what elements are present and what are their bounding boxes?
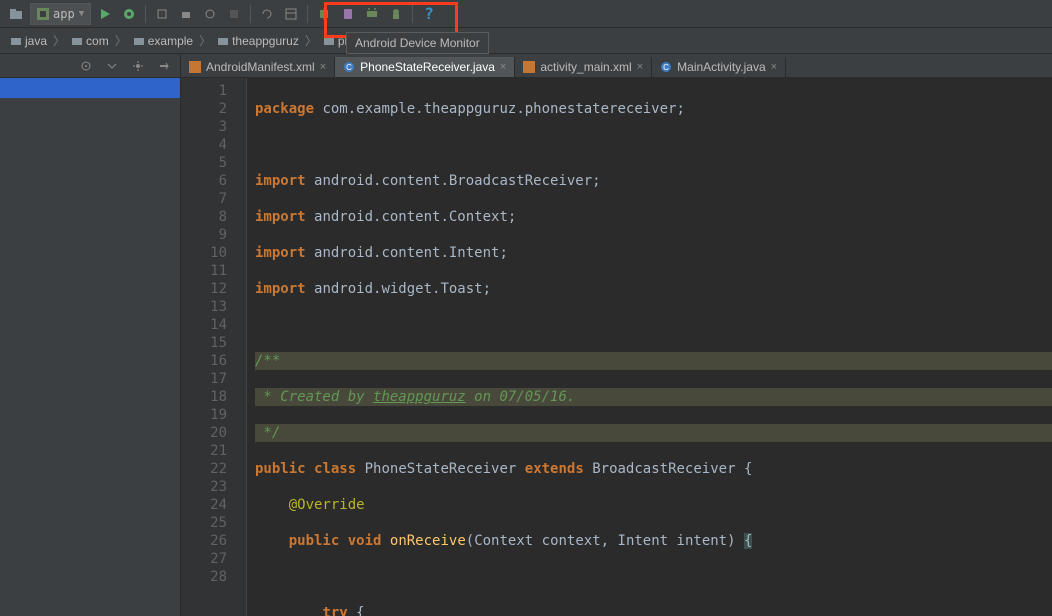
close-icon[interactable]: ×: [637, 61, 643, 73]
separator: [145, 5, 146, 23]
project-tree-selection[interactable]: [0, 78, 180, 98]
close-icon[interactable]: ×: [771, 61, 777, 73]
debug-icon[interactable]: [119, 4, 139, 24]
attach-debugger-icon[interactable]: [152, 4, 172, 24]
tooltip-android-device-monitor: Android Device Monitor: [346, 32, 489, 54]
stop-icon[interactable]: [224, 4, 244, 24]
crumb-theappguruz[interactable]: theappguruz: [213, 33, 303, 49]
android-monitor-icon[interactable]: [362, 4, 382, 24]
chevron-right-icon: 〉: [199, 32, 211, 49]
open-project-icon[interactable]: [6, 4, 26, 24]
chevron-right-icon: 〉: [53, 32, 65, 49]
separator: [250, 5, 251, 23]
avd-manager-icon[interactable]: [338, 4, 358, 24]
run-icon[interactable]: [95, 4, 115, 24]
settings-gear-icon[interactable]: [128, 56, 148, 76]
tab-label: PhoneStateReceiver.java: [360, 60, 495, 74]
run-config-label: app: [53, 7, 75, 21]
sync-gradle-icon[interactable]: [257, 4, 277, 24]
editor-tabs: AndroidManifest.xml × C PhoneStateReceiv…: [181, 54, 1052, 78]
tab-label: activity_main.xml: [540, 60, 631, 74]
help-icon[interactable]: ?: [419, 4, 439, 24]
class-file-icon: C: [343, 61, 355, 73]
class-file-icon: C: [660, 61, 672, 73]
code-content[interactable]: package com.example.theappguruz.phonesta…: [247, 78, 1052, 616]
editor-pane: AndroidManifest.xml × C PhoneStateReceiv…: [181, 54, 1052, 616]
chevron-right-icon: 〉: [115, 32, 127, 49]
profile-icon[interactable]: [200, 4, 220, 24]
project-structure-icon[interactable]: [281, 4, 301, 24]
fold-gutter[interactable]: [235, 78, 247, 616]
tab-android-manifest[interactable]: AndroidManifest.xml ×: [181, 57, 335, 77]
hide-icon[interactable]: [154, 56, 174, 76]
android-device-monitor-icon[interactable]: [386, 4, 406, 24]
tab-mainactivity[interactable]: C MainActivity.java ×: [652, 57, 786, 77]
code-editor[interactable]: 1234567891011121314151617181920212223242…: [181, 78, 1052, 616]
svg-text:C: C: [346, 63, 352, 72]
coverage-icon[interactable]: [176, 4, 196, 24]
sdk-manager-icon[interactable]: [314, 4, 334, 24]
collapse-all-icon[interactable]: [102, 56, 122, 76]
chevron-down-icon: ▼: [79, 9, 84, 19]
scroll-from-source-icon[interactable]: [76, 56, 96, 76]
close-icon[interactable]: ×: [500, 61, 506, 73]
tab-label: MainActivity.java: [677, 60, 765, 74]
separator: [412, 5, 413, 23]
chevron-right-icon: 〉: [305, 32, 317, 49]
crumb-java[interactable]: java: [6, 33, 51, 49]
line-number-gutter: 1234567891011121314151617181920212223242…: [181, 78, 235, 616]
xml-file-icon: [523, 61, 535, 73]
sidebar-toolbar: [0, 54, 180, 78]
xml-file-icon: [189, 61, 201, 73]
main-toolbar: app ▼ ?: [0, 0, 1052, 28]
close-icon[interactable]: ×: [320, 61, 326, 73]
project-sidebar: [0, 54, 181, 616]
navigation-breadcrumb: java 〉 com 〉 example 〉 theappguruz 〉 pho…: [0, 28, 1052, 54]
crumb-example[interactable]: example: [129, 33, 197, 49]
crumb-com[interactable]: com: [67, 33, 113, 49]
tab-phonestatereceiver[interactable]: C PhoneStateReceiver.java ×: [335, 57, 515, 77]
svg-text:C: C: [663, 63, 669, 72]
tab-label: AndroidManifest.xml: [206, 60, 315, 74]
separator: [307, 5, 308, 23]
tab-activity-main[interactable]: activity_main.xml ×: [515, 57, 652, 77]
run-config-selector[interactable]: app ▼: [30, 3, 91, 25]
